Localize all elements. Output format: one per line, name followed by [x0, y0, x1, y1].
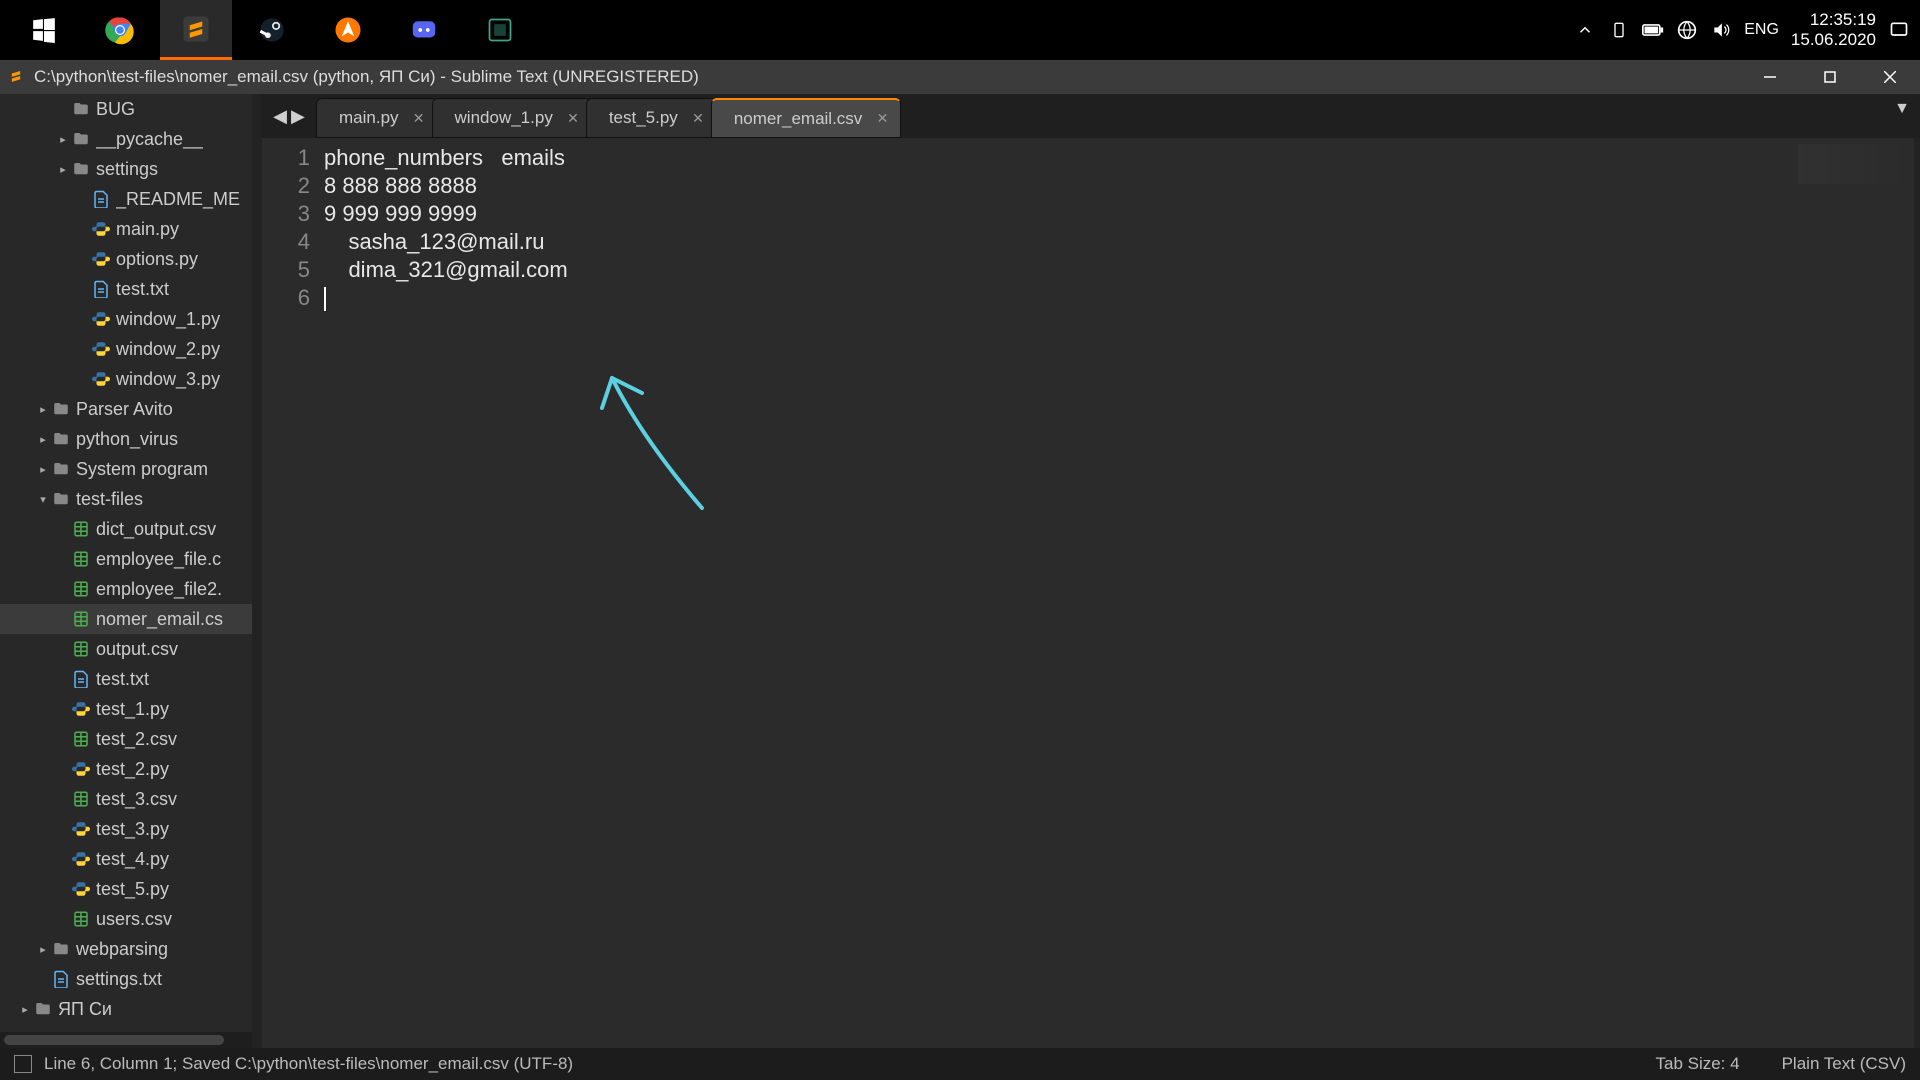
tray-notifications-icon[interactable]: [1888, 19, 1910, 41]
chrome-icon[interactable]: [84, 0, 156, 60]
tree-item[interactable]: ▸ЯП Си: [0, 994, 252, 1024]
vertical-scrollbar[interactable]: [1914, 138, 1920, 1048]
tree-item[interactable]: test_3.py: [0, 814, 252, 844]
tree-item[interactable]: employee_file2.: [0, 574, 252, 604]
sidebar-scrollbar[interactable]: [0, 1032, 252, 1048]
tree-item[interactable]: output.csv: [0, 634, 252, 664]
tree-item[interactable]: dict_output.csv: [0, 514, 252, 544]
tree-item[interactable]: window_2.py: [0, 334, 252, 364]
tree-item[interactable]: window_1.py: [0, 304, 252, 334]
tab-close-icon[interactable]: ✕: [692, 110, 704, 127]
status-panel-icon[interactable]: [14, 1055, 32, 1073]
tab-close-icon[interactable]: ✕: [413, 110, 425, 127]
code-area[interactable]: phone_numbers emails8 888 888 88889 999 …: [324, 138, 568, 1048]
status-syntax[interactable]: Plain Text (CSV): [1782, 1054, 1906, 1074]
tree-item[interactable]: _README_ME: [0, 184, 252, 214]
tab-close-icon[interactable]: ✕: [877, 110, 889, 127]
window-title: C:\python\test-files\nomer_email.csv (py…: [34, 67, 699, 87]
status-bar: Line 6, Column 1; Saved C:\python\test-f…: [0, 1048, 1920, 1080]
app-icon[interactable]: [464, 0, 536, 60]
nav-back-icon[interactable]: ◀: [273, 106, 287, 127]
tab[interactable]: window_1.py✕: [432, 98, 592, 138]
nav-forward-icon[interactable]: ▶: [291, 106, 305, 127]
discord-icon[interactable]: [388, 0, 460, 60]
tree-item[interactable]: test_4.py: [0, 844, 252, 874]
start-button[interactable]: [8, 0, 80, 60]
tray-chevron-icon[interactable]: [1574, 19, 1596, 41]
tree-item[interactable]: test_2.py: [0, 754, 252, 784]
status-tab-size[interactable]: Tab Size: 4: [1655, 1054, 1739, 1074]
sublime-app-icon: [6, 66, 28, 88]
tree-item[interactable]: ▸settings: [0, 154, 252, 184]
tree-item[interactable]: settings.txt: [0, 964, 252, 994]
tree-item[interactable]: test.txt: [0, 664, 252, 694]
tab-bar: ◀ ▶ main.py✕window_1.py✕test_5.py✕nomer_…: [262, 94, 1920, 138]
tab[interactable]: main.py✕: [316, 98, 438, 138]
tree-item[interactable]: users.csv: [0, 904, 252, 934]
tray-battery-icon[interactable]: [1642, 19, 1664, 41]
tree-item[interactable]: main.py: [0, 214, 252, 244]
gutter: 123456: [262, 138, 324, 1048]
tree-item[interactable]: employee_file.c: [0, 544, 252, 574]
minimize-button[interactable]: [1740, 60, 1800, 94]
tree-item[interactable]: ▸python_virus: [0, 424, 252, 454]
tree-item[interactable]: ▸__pycache__: [0, 124, 252, 154]
maximize-button[interactable]: [1800, 60, 1860, 94]
tab-close-icon[interactable]: ✕: [567, 110, 579, 127]
tree-item[interactable]: test_3.csv: [0, 784, 252, 814]
tree-item[interactable]: test_5.py: [0, 874, 252, 904]
tray-device-icon[interactable]: [1608, 19, 1630, 41]
editor[interactable]: 123456 phone_numbers emails8 888 888 888…: [262, 138, 1920, 1048]
sublime-text-icon[interactable]: [160, 0, 232, 60]
minimap[interactable]: [1798, 144, 1908, 184]
annotation-arrow: [582, 338, 782, 538]
tab[interactable]: test_5.py✕: [586, 98, 717, 138]
tab-dropdown-icon[interactable]: ▼: [1894, 100, 1910, 118]
tree-item[interactable]: ▾test-files: [0, 484, 252, 514]
file-tree[interactable]: BUG▸__pycache__▸settings_README_MEmain.p…: [0, 94, 252, 1032]
tray-network-icon[interactable]: [1676, 19, 1698, 41]
windows-taskbar: ENG 12:35:19 15.06.2020: [0, 0, 1920, 60]
tree-item[interactable]: ▸Parser Avito: [0, 394, 252, 424]
steam-icon[interactable]: [236, 0, 308, 60]
tray-language[interactable]: ENG: [1744, 21, 1779, 39]
status-cursor-position: Line 6, Column 1; Saved C:\python\test-f…: [44, 1054, 573, 1074]
tree-item[interactable]: test_2.csv: [0, 724, 252, 754]
tree-item[interactable]: nomer_email.cs: [0, 604, 252, 634]
tray-volume-icon[interactable]: [1710, 19, 1732, 41]
tree-item[interactable]: ▸webparsing: [0, 934, 252, 964]
tree-item[interactable]: options.py: [0, 244, 252, 274]
window-titlebar[interactable]: C:\python\test-files\nomer_email.csv (py…: [0, 60, 1920, 94]
tree-item[interactable]: window_3.py: [0, 364, 252, 394]
tree-item[interactable]: test_1.py: [0, 694, 252, 724]
avast-icon[interactable]: [312, 0, 384, 60]
tab[interactable]: nomer_email.csv✕: [711, 98, 902, 138]
tree-item[interactable]: BUG: [0, 94, 252, 124]
tray-clock[interactable]: 12:35:19 15.06.2020: [1791, 10, 1876, 51]
tree-item[interactable]: test.txt: [0, 274, 252, 304]
close-button[interactable]: [1860, 60, 1920, 94]
sidebar: BUG▸__pycache__▸settings_README_MEmain.p…: [0, 94, 252, 1048]
tree-item[interactable]: ▸System program: [0, 454, 252, 484]
sidebar-resize-handle[interactable]: [252, 94, 262, 1048]
